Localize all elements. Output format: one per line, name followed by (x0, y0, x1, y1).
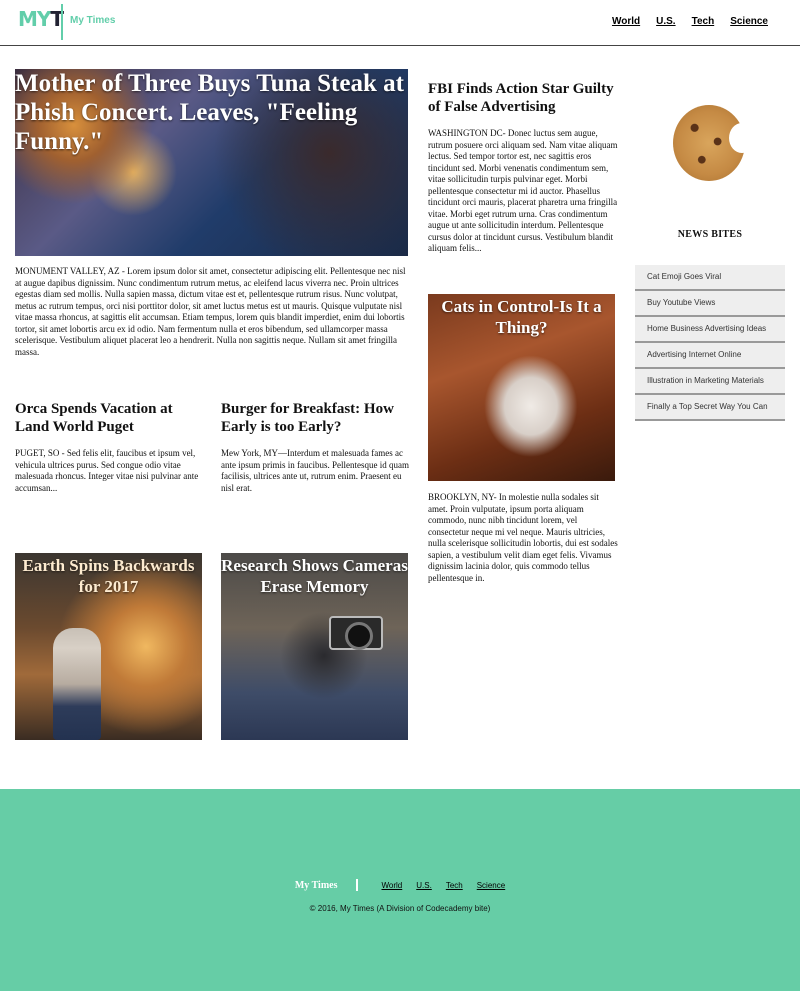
footer-link-us[interactable]: U.S. (416, 881, 432, 890)
footer-brand[interactable]: My Times (295, 880, 338, 891)
main-nav: World U.S. Tech Science (612, 16, 768, 27)
news-bite-item[interactable]: Illustration in Marketing Materials (635, 369, 785, 395)
hero-article-image[interactable]: Mother of Three Buys Tuna Steak at Phish… (15, 69, 408, 256)
earth-article-image[interactable]: Earth Spins Backwards for 2017 (15, 553, 202, 740)
fbi-article-body: WASHINGTON DC- Donec luctus sem augue, r… (428, 128, 618, 253)
news-bite-item[interactable]: Home Business Advertising Ideas (635, 317, 785, 343)
nav-link-science[interactable]: Science (730, 16, 768, 27)
earth-article-title[interactable]: Earth Spins Backwards for 2017 (15, 555, 202, 597)
camera-icon (329, 616, 383, 650)
burger-article-body: Mew York, MY—Interdum et malesuada fames… (221, 448, 409, 493)
site-logo[interactable]: MYT (18, 7, 64, 31)
footer-nav: World U.S. Tech Science (382, 881, 506, 890)
nav-link-us[interactable]: U.S. (656, 16, 675, 27)
site-footer: My Times World U.S. Tech Science © 2016,… (0, 789, 800, 991)
footer-link-tech[interactable]: Tech (446, 881, 463, 890)
nav-link-tech[interactable]: Tech (692, 16, 715, 27)
site-header: MYT My Times World U.S. Tech Science (0, 0, 800, 46)
orca-article-body: PUGET, SO - Sed felis elit, faucibus et … (15, 448, 199, 493)
nav-link-world[interactable]: World (612, 16, 640, 27)
footer-nav-row: My Times World U.S. Tech Science (0, 879, 800, 891)
hero-article-title[interactable]: Mother of Three Buys Tuna Steak at Phish… (15, 69, 408, 156)
research-article-title[interactable]: Research Shows Cameras Erase Memory (221, 555, 408, 597)
orca-article-title[interactable]: Orca Spends Vacation at Land World Puget (15, 400, 195, 436)
cats-article-title[interactable]: Cats in Control-Is It a Thing? (428, 296, 615, 338)
burger-article-title[interactable]: Burger for Breakfast: How Early is too E… (221, 400, 401, 436)
footer-copyright: © 2016, My Times (A Division of Codecade… (309, 904, 491, 913)
news-bite-item[interactable]: Advertising Internet Online (635, 343, 785, 369)
hero-article-body: MONUMENT VALLEY, AZ - Lorem ipsum dolor … (15, 266, 406, 357)
news-bite-item[interactable]: Finally a Top Secret Way You Can (635, 395, 785, 421)
logo-letter-m: M (18, 7, 38, 31)
cookie-icon (673, 105, 755, 181)
cats-article-image[interactable]: Cats in Control-Is It a Thing? (428, 294, 615, 481)
news-bites-heading: NEWS BITES (677, 229, 743, 240)
logo-divider (61, 4, 63, 40)
news-bite-item[interactable]: Cat Emoji Goes Viral (635, 265, 785, 291)
cats-article-body: BROOKLYN, NY- In molestie nulla sodales … (428, 492, 618, 583)
logo-letter-y: Y (36, 7, 52, 31)
site-brand-name[interactable]: My Times (70, 15, 115, 26)
footer-divider (355, 879, 358, 891)
news-bites-list: Cat Emoji Goes Viral Buy Youtube Views H… (635, 265, 785, 421)
fbi-article-title[interactable]: FBI Finds Action Star Guilty of False Ad… (428, 80, 618, 116)
child-figure (53, 628, 101, 740)
footer-link-science[interactable]: Science (477, 881, 505, 890)
news-bite-item[interactable]: Buy Youtube Views (635, 291, 785, 317)
research-article-image[interactable]: Research Shows Cameras Erase Memory (221, 553, 408, 740)
footer-link-world[interactable]: World (382, 881, 403, 890)
